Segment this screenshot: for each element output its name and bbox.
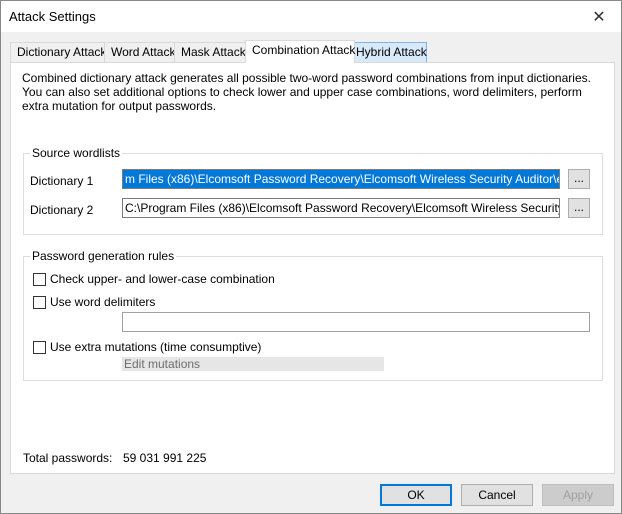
word-delimiters-checkbox[interactable]: Use word delimiters [33, 295, 155, 309]
apply-button[interactable]: Apply [542, 484, 614, 506]
dictionary-2-field[interactable]: C:\Program Files (x86)\Elcomsoft Passwor… [122, 198, 560, 218]
case-combination-label: Check upper- and lower-case combination [50, 272, 275, 286]
tab-word-attack[interactable]: Word Attack [104, 42, 176, 62]
ok-button[interactable]: OK [380, 484, 452, 506]
tab-combination-attack[interactable]: Combination Attack [245, 40, 355, 63]
extra-mutations-checkbox[interactable]: Use extra mutations (time consumptive) [33, 340, 261, 354]
title-bar: Attack Settings ✕ [1, 1, 621, 32]
total-passwords-value: 59 031 991 225 [123, 451, 207, 465]
dictionary-1-browse-button[interactable]: ... [568, 169, 590, 189]
edit-mutations-button[interactable]: Edit mutations [122, 357, 384, 371]
case-combination-checkbox[interactable]: Check upper- and lower-case combination [33, 272, 275, 286]
tab-panel: Combined dictionary attack generates all… [10, 62, 615, 474]
tab-mask-attack[interactable]: Mask Attack [174, 42, 246, 62]
dictionary-2-label: Dictionary 2 [30, 203, 94, 217]
source-wordlists-title: Source wordlists [30, 146, 123, 160]
password-generation-rules-group: Password generation rules Check upper- a… [23, 249, 603, 381]
tab-hybrid-attack[interactable]: Hybrid Attack [349, 42, 427, 62]
tab-dictionary-attack[interactable]: Dictionary Attack [10, 42, 106, 62]
dictionary-1-field[interactable]: m Files (x86)\Elcomsoft Password Recover… [122, 169, 560, 189]
checkbox-icon[interactable] [33, 340, 46, 354]
source-wordlists-group: Source wordlists Dictionary 1 m Files (x… [23, 146, 603, 235]
word-delimiters-label: Use word delimiters [50, 295, 156, 309]
attack-settings-window: Attack Settings ✕ Dictionary Attack Word… [0, 0, 622, 514]
cancel-button[interactable]: Cancel [461, 484, 533, 506]
checkbox-icon[interactable] [33, 295, 46, 309]
close-icon[interactable]: ✕ [577, 1, 621, 32]
extra-mutations-label: Use extra mutations (time consumptive) [50, 340, 262, 354]
dictionary-2-browse-button[interactable]: ... [568, 198, 590, 218]
total-passwords-label: Total passwords: [23, 451, 113, 465]
password-generation-rules-title: Password generation rules [30, 249, 177, 263]
checkbox-icon[interactable] [33, 272, 46, 286]
word-delimiters-input[interactable] [122, 312, 590, 332]
attack-description: Combined dictionary attack generates all… [22, 71, 591, 113]
window-title: Attack Settings [9, 9, 96, 24]
dictionary-1-label: Dictionary 1 [30, 174, 94, 188]
